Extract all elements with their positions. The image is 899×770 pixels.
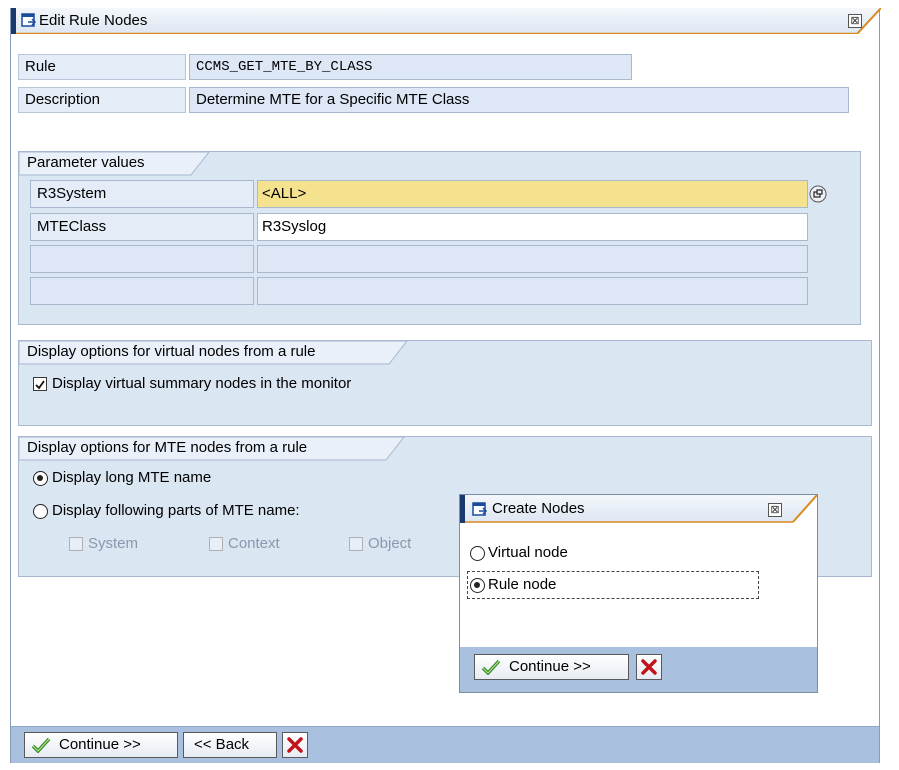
param-name-r3system: R3System <box>30 180 254 208</box>
mte-options-title: Display options for MTE nodes from a rul… <box>27 439 308 456</box>
checkbox-context[interactable] <box>209 537 223 551</box>
rule-field: CCMS_GET_MTE_BY_CLASS <box>189 54 632 80</box>
checkbox-system[interactable] <box>69 537 83 551</box>
rule-label: Rule <box>18 54 186 80</box>
create-nodes-popup: Create Nodes ⊠ Virtual node Rule node Co… <box>459 494 818 693</box>
virtual-summary-label: Display virtual summary nodes in the mon… <box>52 375 352 392</box>
back-button[interactable]: << Back <box>183 732 277 758</box>
cancel-x-icon <box>641 659 657 675</box>
param-value-mteclass[interactable]: R3Syslog <box>257 213 808 241</box>
continue-button-label: Continue >> <box>59 736 141 753</box>
virtual-options-title: Display options for virtual nodes from a… <box>27 343 316 360</box>
param-name-empty-1 <box>30 245 254 273</box>
radio-following-parts[interactable] <box>33 504 48 519</box>
close-icon[interactable]: ⊠ <box>768 503 782 517</box>
radio-long-mte-name-label: Display long MTE name <box>52 469 212 486</box>
dialog-icon <box>21 13 37 27</box>
virtual-nodes-options-group: Display options for virtual nodes from a… <box>18 340 872 426</box>
param-value-empty-1[interactable] <box>257 245 808 273</box>
checkbox-object[interactable] <box>349 537 363 551</box>
popup-continue-button[interactable]: Continue >> <box>474 654 629 680</box>
radio-virtual-node[interactable] <box>470 546 485 561</box>
radio-rule-node-label: Rule node <box>488 576 557 593</box>
popup-cancel-button[interactable] <box>636 654 662 680</box>
param-value-r3system[interactable]: <ALL> <box>257 180 808 208</box>
radio-long-mte-name[interactable] <box>33 471 48 486</box>
dialog-icon <box>472 502 488 516</box>
value-help-icon[interactable] <box>809 185 827 203</box>
titlebar-accent <box>11 8 16 34</box>
close-icon[interactable]: ⊠ <box>848 14 862 28</box>
popup-title: Create Nodes <box>492 500 585 517</box>
param-name-empty-2 <box>30 277 254 305</box>
popup-footer-toolbar: Continue >> <box>460 647 817 692</box>
popup-continue-label: Continue >> <box>509 658 591 675</box>
param-value-empty-2[interactable] <box>257 277 808 305</box>
parameter-values-title: Parameter values <box>27 154 145 171</box>
checkmark-glyph <box>35 380 45 390</box>
checkmark-icon <box>31 737 51 753</box>
checkbox-system-label: System <box>88 535 139 552</box>
window-title: Edit Rule Nodes <box>39 12 148 29</box>
checkbox-context-label: Context <box>228 535 280 552</box>
description-field: Determine MTE for a Specific MTE Class <box>189 87 849 113</box>
checkmark-icon <box>481 659 501 675</box>
cancel-x-icon <box>287 737 303 753</box>
description-label: Description <box>18 87 186 113</box>
continue-button[interactable]: Continue >> <box>24 732 178 758</box>
radio-virtual-node-label: Virtual node <box>488 544 568 561</box>
parameter-values-group: Parameter values R3System <ALL> MTEClass… <box>18 151 861 325</box>
virtual-summary-checkbox[interactable] <box>33 377 47 391</box>
cancel-button[interactable] <box>282 732 308 758</box>
footer-toolbar: Continue >> << Back <box>11 726 879 763</box>
back-button-label: << Back <box>194 736 250 753</box>
checkbox-object-label: Object <box>368 535 412 552</box>
radio-following-parts-label: Display following parts of MTE name: <box>52 502 300 519</box>
radio-rule-node[interactable] <box>470 578 485 593</box>
window-titlebar: Edit Rule Nodes ⊠ <box>11 8 881 34</box>
param-name-mteclass: MTEClass <box>30 213 254 241</box>
